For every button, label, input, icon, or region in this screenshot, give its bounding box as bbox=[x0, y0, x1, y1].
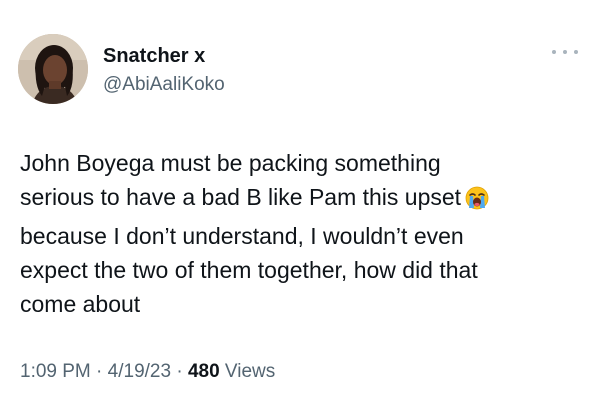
tweet-line: come about bbox=[20, 291, 141, 317]
meta-separator: · bbox=[90, 361, 108, 382]
tweet-line: expect the two of them together, how did… bbox=[20, 257, 478, 283]
tweet-line: John Boyega must be packing something bbox=[20, 150, 441, 176]
avatar-image bbox=[18, 34, 88, 104]
tweet-line-with-emoji: serious to have a bad B like Pam this up… bbox=[20, 180, 580, 219]
more-icon[interactable] bbox=[552, 44, 578, 60]
meta-separator: · bbox=[171, 361, 188, 382]
views-count[interactable]: 480 bbox=[188, 361, 220, 382]
views-label: Views bbox=[219, 361, 276, 382]
tweet-time[interactable]: 1:09 PM bbox=[20, 361, 91, 382]
tweet-card: Snatcher x @AbiAaliKoko John Boyega must… bbox=[0, 0, 595, 402]
user-handle[interactable]: @AbiAaliKoko bbox=[103, 73, 225, 97]
more-dot bbox=[574, 50, 578, 54]
tweet-line: because I don’t understand, I wouldn’t e… bbox=[20, 223, 464, 249]
loudly-crying-face-emoji-icon bbox=[465, 185, 489, 219]
tweet-date[interactable]: 4/19/23 bbox=[108, 361, 171, 382]
more-dot bbox=[563, 50, 567, 54]
display-name[interactable]: Snatcher x bbox=[103, 44, 205, 68]
tweet-line-text: serious to have a bad B like Pam this up… bbox=[20, 184, 462, 210]
avatar[interactable] bbox=[18, 34, 88, 104]
tweet-meta: 1:09 PM · 4/19/23 · 480 Views bbox=[20, 360, 275, 384]
tweet-text: John Boyega must be packing something se… bbox=[20, 146, 580, 321]
more-dot bbox=[552, 50, 556, 54]
